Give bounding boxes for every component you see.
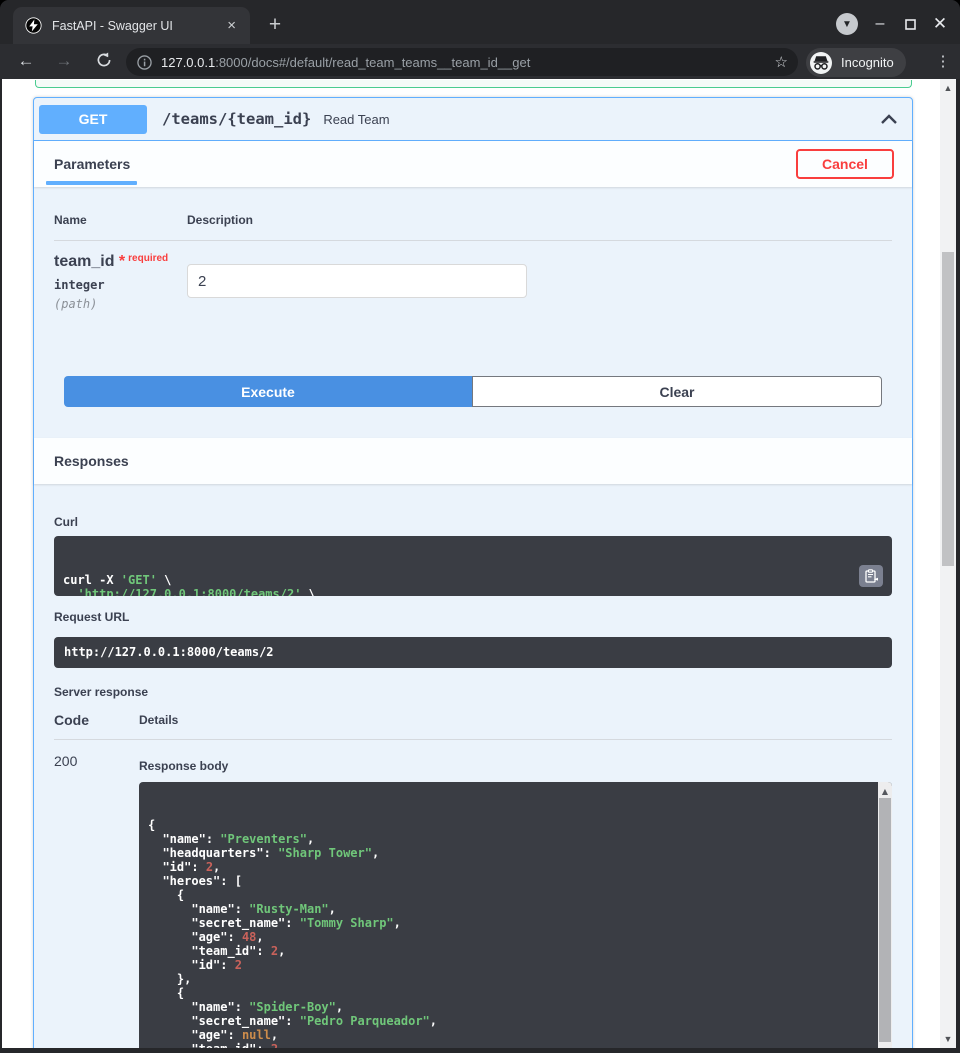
parameter-description-cell xyxy=(187,253,527,311)
response-row: 200 Response body { "name": "Preventers"… xyxy=(54,753,892,1048)
parameters-table: Name Description team_id *required integ… xyxy=(34,187,912,407)
browser-menu-button[interactable]: ⋮ xyxy=(932,50,954,74)
parameter-type: integer xyxy=(54,278,187,292)
browser-tab[interactable]: FastAPI - Swagger UI × xyxy=(13,7,250,44)
parameter-name-cell: team_id *required integer (path) xyxy=(54,253,187,311)
url-host: 127.0.0.1 xyxy=(161,55,215,70)
new-tab-button[interactable]: + xyxy=(262,12,288,38)
responses-title: Responses xyxy=(54,453,129,469)
tab-strip: FastAPI - Swagger UI × + ▼ – ✕ xyxy=(0,0,960,44)
collapse-button[interactable] xyxy=(880,114,898,125)
response-body-json: { "name": "Preventers", "headquarters": … xyxy=(148,818,866,1048)
reload-icon xyxy=(96,52,112,68)
browser-window: FastAPI - Swagger UI × + ▼ – ✕ ← → 127.0… xyxy=(0,0,960,1053)
incognito-badge: Incognito xyxy=(806,48,906,77)
parameter-name: team_id *required xyxy=(54,253,187,271)
previous-endpoint-partial[interactable] xyxy=(35,80,912,88)
request-url-label: Request URL xyxy=(54,610,892,624)
incognito-label: Incognito xyxy=(841,55,894,70)
page-scrollbar-thumb[interactable] xyxy=(942,252,954,566)
tab-title: FastAPI - Swagger UI xyxy=(52,19,223,33)
curl-command-block: curl -X 'GET' \ 'http://127.0.0.1:8000/t… xyxy=(54,536,892,596)
response-table-header: Code Details xyxy=(54,712,892,740)
responses-header: Responses xyxy=(34,438,912,484)
window-close-button[interactable]: ✕ xyxy=(930,13,950,35)
fastapi-logo-icon xyxy=(25,17,42,34)
incognito-icon xyxy=(809,51,833,75)
page-scrollbar[interactable]: ▲ ▼ xyxy=(940,79,956,1048)
back-button[interactable]: ← xyxy=(12,47,40,75)
url-path: :8000/docs#/default/read_team_teams__tea… xyxy=(215,55,530,70)
clear-button[interactable]: Clear xyxy=(472,376,882,407)
method-badge: GET xyxy=(39,105,147,134)
omnibox[interactable]: 127.0.0.1:8000/docs#/default/read_team_t… xyxy=(126,48,798,76)
endpoint-summary: Read Team xyxy=(323,112,389,127)
maximize-button[interactable] xyxy=(900,13,920,35)
caret-down-icon: ▼ xyxy=(842,19,852,30)
endpoint-path: /teams/{team_id} xyxy=(162,110,311,128)
required-label: required xyxy=(128,253,168,264)
operation-summary[interactable]: GET /teams/{team_id} Read Team xyxy=(34,98,912,141)
maximize-icon xyxy=(905,19,916,30)
execute-button[interactable]: Execute xyxy=(64,376,472,407)
name-column-header: Name xyxy=(54,213,187,227)
tab-close-icon[interactable]: × xyxy=(223,16,240,35)
url-text[interactable]: 127.0.0.1:8000/docs#/default/read_team_t… xyxy=(161,55,767,70)
execute-row: Execute Clear xyxy=(64,376,882,407)
scroll-up-icon[interactable]: ▲ xyxy=(878,785,892,799)
code-column-header: Code xyxy=(54,712,139,728)
forward-button[interactable]: → xyxy=(50,47,78,75)
parameters-header: Parameters Cancel xyxy=(34,141,912,187)
response-details-cell: Response body { "name": "Preventers", "h… xyxy=(139,753,892,1048)
reload-button[interactable] xyxy=(90,47,118,75)
server-response-label: Server response xyxy=(54,685,892,699)
request-url-block: http://127.0.0.1:8000/teams/2 xyxy=(54,637,892,668)
response-body-label: Response body xyxy=(139,759,892,773)
description-column-header: Description xyxy=(187,213,253,227)
param-value-input[interactable] xyxy=(187,264,527,298)
browser-toolbar: ← → 127.0.0.1:8000/docs#/default/read_te… xyxy=(0,44,960,79)
operation-block: GET /teams/{team_id} Read Team Parameter… xyxy=(33,97,913,1048)
parameters-table-header: Name Description xyxy=(54,213,892,241)
chevron-up-icon xyxy=(880,114,898,125)
copy-to-clipboard-button[interactable] xyxy=(859,565,883,587)
response-body-scrollbar[interactable]: ▲ xyxy=(878,782,892,1048)
minimize-button[interactable]: – xyxy=(870,13,890,35)
details-column-header: Details xyxy=(139,713,178,728)
swagger-page: GET /teams/{team_id} Read Team Parameter… xyxy=(2,79,956,1048)
scroll-down-icon[interactable]: ▼ xyxy=(940,1034,956,1044)
parameters-tab[interactable]: Parameters xyxy=(54,156,130,172)
cancel-button[interactable]: Cancel xyxy=(796,149,894,179)
clipboard-icon xyxy=(865,569,878,583)
status-code: 200 xyxy=(54,753,139,1048)
required-asterisk: * xyxy=(119,253,125,270)
curl-label: Curl xyxy=(54,515,892,529)
curl-command-text: curl -X 'GET' \ 'http://127.0.0.1:8000/t… xyxy=(63,573,852,596)
scroll-up-icon[interactable]: ▲ xyxy=(940,83,956,93)
response-scrollbar-thumb[interactable] xyxy=(879,798,891,1042)
bookmark-star-icon[interactable]: ☆ xyxy=(775,53,788,71)
responses-body: Curl curl -X 'GET' \ 'http://127.0.0.1:8… xyxy=(34,484,912,1048)
response-body-block: { "name": "Preventers", "headquarters": … xyxy=(139,782,892,1048)
parameter-location: (path) xyxy=(54,297,187,311)
site-info-icon[interactable] xyxy=(137,55,152,70)
parameter-row: team_id *required integer (path) xyxy=(54,253,892,311)
request-url-text: http://127.0.0.1:8000/teams/2 xyxy=(64,645,274,659)
tab-search-button[interactable]: ▼ xyxy=(836,13,858,35)
